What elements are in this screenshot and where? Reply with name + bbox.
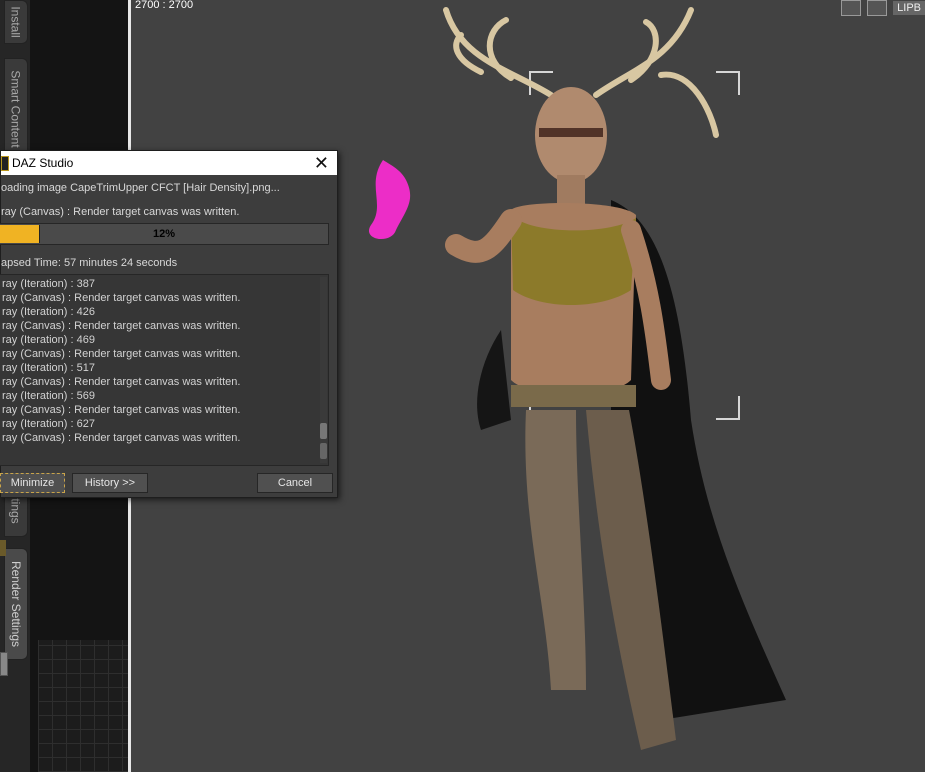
- log-row: ray (Canvas) : Render target canvas was …: [2, 432, 241, 444]
- log-row: ray (Canvas) : Render target canvas was …: [2, 348, 241, 360]
- tab-install-label: Install: [9, 6, 24, 38]
- progress-bar: 12%: [0, 223, 329, 245]
- render-log-list: ray (Iteration) : 387 ray (Canvas) : Rend…: [2, 277, 240, 445]
- log-row: ray (Canvas) : Render target canvas was …: [2, 320, 241, 332]
- rendered-figure: [368, 7, 786, 750]
- tab-render-settings[interactable]: Render Settings: [4, 548, 28, 660]
- resolution-label: 2700 : 2700: [135, 0, 194, 11]
- antler-right: [593, 7, 719, 138]
- log-scroll-thumb[interactable]: [320, 423, 327, 439]
- minimize-button[interactable]: Minimize: [0, 473, 65, 493]
- cancel-button[interactable]: Cancel: [257, 473, 333, 493]
- log-row: ray (Iteration) : 517: [2, 362, 95, 374]
- history-button[interactable]: History >>: [72, 473, 148, 493]
- tab-settings-partial-label: tings: [9, 498, 24, 524]
- face-paint: [539, 128, 603, 137]
- log-row: ray (Canvas) : Render target canvas was …: [2, 404, 241, 416]
- progress-percent: 12%: [152, 228, 176, 240]
- tab-smart-content[interactable]: Smart Content: [4, 58, 28, 160]
- log-row: ray (Iteration) : 426: [2, 306, 95, 318]
- log-row: ray (Canvas) : Render target canvas was …: [2, 376, 241, 388]
- dialog-title: DAZ Studio: [12, 156, 74, 170]
- log-scroll-down[interactable]: [320, 443, 327, 459]
- aux-viewport-grid: [38, 640, 128, 772]
- sub-status-line: ray (Canvas) : Render target canvas was …: [1, 206, 240, 218]
- daz-app-icon: [1, 156, 9, 171]
- tab-smart-content-label: Smart Content: [9, 70, 23, 148]
- log-row: ray (Iteration) : 569: [2, 390, 95, 402]
- panel-handle[interactable]: [0, 652, 8, 676]
- render-progress-dialog: DAZ Studio ✕ oading image CapeTrimUpper …: [0, 150, 338, 498]
- close-icon[interactable]: ✕: [314, 153, 329, 174]
- log-row: ray (Canvas) : Render target canvas was …: [2, 292, 241, 304]
- log-row: ray (Iteration) : 627: [2, 418, 95, 430]
- camera-selector[interactable]: LIPB: [893, 1, 925, 15]
- log-row: ray (Iteration) : 387: [2, 278, 95, 290]
- belt: [511, 385, 636, 407]
- elapsed-time: apsed Time: 57 minutes 24 seconds: [1, 257, 178, 269]
- render-log[interactable]: ray (Iteration) : 387 ray (Canvas) : Rend…: [0, 274, 329, 466]
- neck: [557, 175, 585, 205]
- log-row: ray (Iteration) : 469: [2, 334, 95, 346]
- leg-left: [525, 410, 586, 690]
- viewport-toolbar: LIPB: [841, 0, 925, 16]
- antler-left: [443, 7, 554, 98]
- tab-install[interactable]: Install: [4, 0, 28, 44]
- render-preview-icon[interactable]: [841, 0, 862, 16]
- cape-left: [477, 330, 511, 430]
- status-line: oading image CapeTrimUpper CFCT [Hair De…: [1, 182, 280, 194]
- arm-left: [445, 209, 522, 263]
- tab-render-settings-label: Render Settings: [9, 560, 23, 648]
- dialog-titlebar[interactable]: DAZ Studio ✕: [1, 151, 337, 175]
- camera-icon[interactable]: [867, 0, 888, 16]
- log-scrollbar[interactable]: [320, 277, 327, 463]
- magic-flame: [368, 160, 411, 240]
- panel-swatch: [0, 540, 6, 556]
